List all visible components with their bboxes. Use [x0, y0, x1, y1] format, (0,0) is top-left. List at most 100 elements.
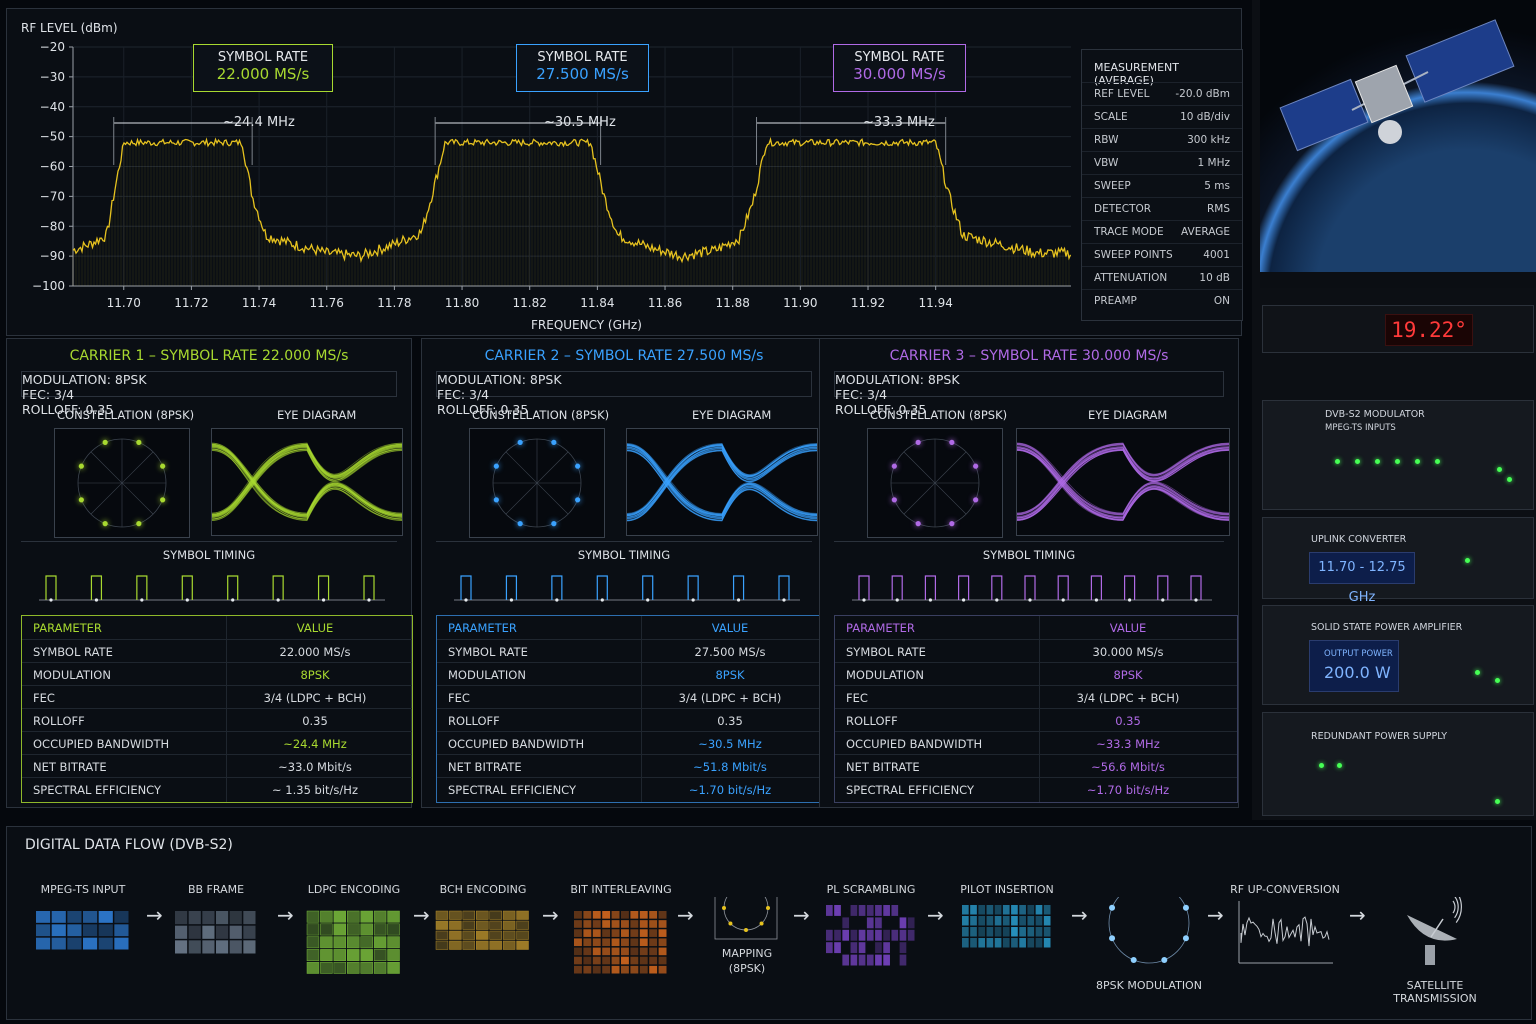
flow-icon-cell [611, 911, 620, 919]
param-name: SPECTRAL EFFICIENCY [33, 783, 162, 797]
flow-icon-cell [630, 965, 639, 974]
mapping-point [759, 921, 764, 926]
eye-diagram-plot [626, 428, 818, 536]
timing-pulse [551, 575, 563, 600]
bandwidth-label-1: ~24.4 MHz [223, 115, 295, 130]
flow-icon-cell [834, 942, 841, 954]
flow-icon-cell [243, 925, 256, 939]
flow-icon-cell [574, 929, 582, 937]
flow-icon-cell [611, 947, 620, 956]
flow-icon-cell [826, 942, 833, 954]
flow-icon-cell [333, 910, 347, 923]
satellite-earth-image [1260, 0, 1536, 288]
symbol-rate-value: 27.500 MS/s [536, 65, 629, 83]
param-value: ~33.3 MHz [1096, 737, 1160, 751]
modulation-ring [1108, 882, 1190, 964]
flow-icon-cell [592, 938, 601, 947]
temperature-readout: 19.22° [1385, 314, 1473, 346]
eye-diagram-label: EYE DIAGRAM [692, 408, 772, 422]
eye-diagram-label: EYE DIAGRAM [1088, 408, 1168, 422]
measurement-value: RMS [1206, 203, 1230, 215]
mapping-point [722, 906, 726, 910]
flow-icon-cell [842, 917, 850, 929]
carrier-panel-1: CARRIER 1 – SYMBOL RATE 22.000 MS/s MODUL… [6, 338, 413, 808]
constellation-point [136, 439, 142, 445]
data-flow-panel: DIGITAL DATA FLOW (DVB-S2) MPEG-TS INPUT… [6, 826, 1532, 1020]
modulation-point [1182, 904, 1189, 911]
status-led [1355, 459, 1360, 464]
measurement-key: VBW [1094, 157, 1119, 169]
table-row: OCCUPIED BANDWIDTH ~33.3 MHz [835, 731, 1237, 755]
constellation-icon [1099, 882, 1199, 975]
flow-icon-cell [583, 929, 592, 937]
flow-icon-cell [387, 910, 400, 923]
flow-icon-cell [630, 956, 639, 965]
symbol-rate-value: 30.000 MS/s [853, 65, 946, 83]
modulation-point [1182, 935, 1189, 942]
flow-icon-cell [476, 920, 489, 930]
status-led [1475, 670, 1480, 675]
constellation-point [551, 439, 557, 445]
flow-icon-cell [630, 929, 639, 937]
flow-icon-cell [449, 920, 462, 930]
timing-sample-point [691, 598, 695, 602]
timing-pulse [991, 575, 1003, 600]
output-power-label: OUTPUT POWER [1324, 649, 1393, 659]
flow-step-label: PL SCRAMBLING [826, 883, 916, 896]
constellation-label: CONSTELLATION (8PSK) [472, 408, 610, 422]
measurement-row: RBW 300 kHz [1082, 128, 1242, 152]
flow-icon-cell [621, 920, 629, 928]
constellation-plot [54, 428, 190, 538]
flow-icon-cell [1027, 927, 1035, 937]
flow-icon-cell [592, 956, 601, 965]
flow-icon-cell [202, 940, 215, 954]
constellation-point [575, 497, 581, 503]
flow-icon-cell [602, 938, 611, 947]
flow-icon-cell [202, 925, 215, 939]
timing-pulse [90, 575, 103, 600]
table-header-value: VALUE [296, 621, 334, 635]
flow-icon-cell [986, 916, 994, 926]
table-header-value: VALUE [1109, 621, 1147, 635]
timing-pulse [958, 575, 970, 600]
param-name: MODULATION [846, 668, 924, 682]
flow-icon-cell [306, 949, 320, 961]
flow-icon-cell [649, 938, 658, 947]
measurement-key: PREAMP [1094, 295, 1137, 307]
table-row: OCCUPIED BANDWIDTH ~24.4 MHz [22, 731, 412, 755]
x-tick-label: 11.94 [918, 296, 952, 310]
flow-icon-cell [583, 947, 592, 956]
flow-step-label: RF UP-CONVERSION [1230, 883, 1340, 896]
param-name: ROLLOFF [448, 714, 500, 728]
flow-icon-cell [502, 930, 516, 940]
carrier-panel-3: CARRIER 3 – SYMBOL RATE 30.000 MS/s MODUL… [819, 338, 1239, 808]
flow-icon-cell [875, 929, 882, 941]
param-value: ~1.70 bit/s/Hz [1086, 783, 1170, 797]
flow-icon-cell [516, 930, 529, 940]
param-value: 3/4 (LDPC + BCH) [263, 691, 367, 705]
flow-icon-cell [333, 936, 347, 949]
constellation-point [102, 439, 108, 445]
constellation-point [915, 521, 921, 527]
flow-icon-cell [962, 927, 969, 937]
flow-icon-cell [658, 947, 667, 956]
flow-icon-cell [639, 965, 648, 974]
eye-trace [626, 442, 818, 514]
table-row: ROLLOFF 0.35 [437, 708, 827, 732]
flow-arrow-icon: → [1349, 903, 1366, 927]
flow-icon-cell [175, 925, 188, 939]
flow-icon-cell [333, 961, 347, 974]
flow-icon-cell [850, 929, 858, 941]
x-tick-label: 11.70 [107, 296, 141, 310]
param-value: 0.35 [717, 714, 743, 728]
flow-icon-cell [320, 910, 333, 923]
transmission-wave [1452, 900, 1456, 914]
table-row: OCCUPIED BANDWIDTH ~30.5 MHz [437, 731, 827, 755]
flow-icon-cell [516, 920, 529, 930]
flow-icon-cell [834, 929, 841, 941]
flow-icon-cell [574, 911, 582, 919]
flow-icon-cell [875, 917, 882, 929]
flow-icon-cell [639, 911, 648, 919]
output-power-value: 200.0 W [1324, 663, 1391, 682]
flow-icon-cell [826, 929, 833, 941]
